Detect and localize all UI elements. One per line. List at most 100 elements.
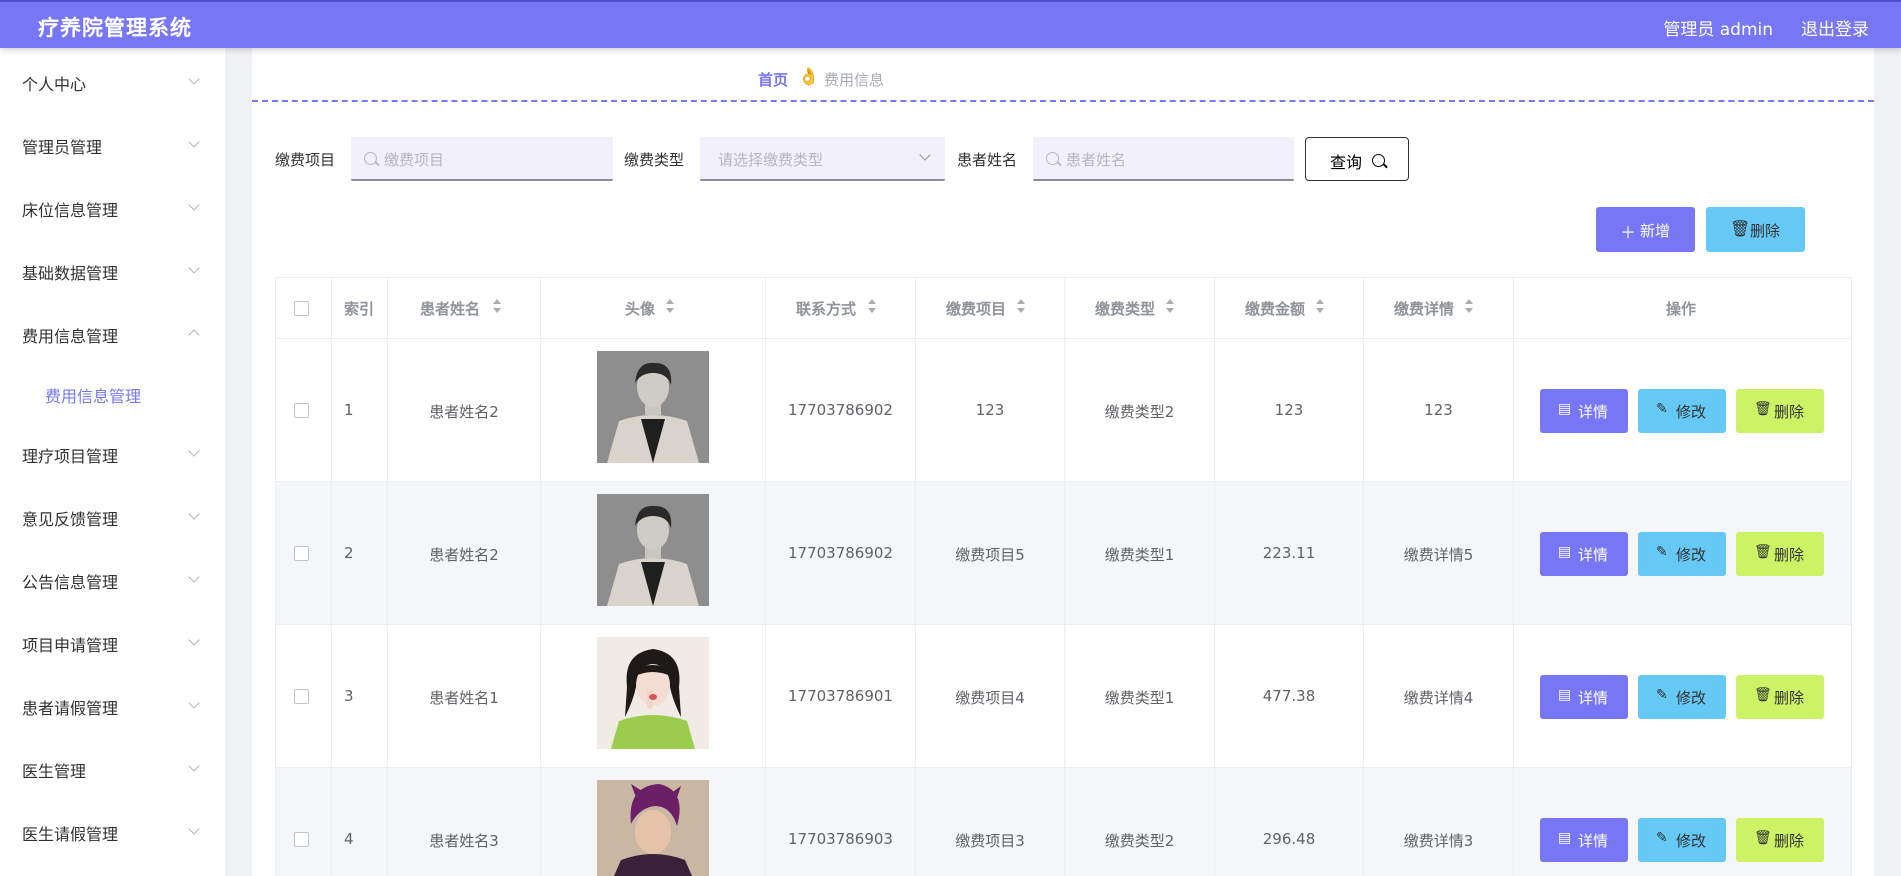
- plus-icon: ＋: [1620, 223, 1637, 242]
- sort-icon[interactable]: [1315, 298, 1325, 316]
- sidebar-item-basic-data[interactable]: 基础数据管理: [0, 250, 225, 290]
- sidebar-item-notices[interactable]: 公告信息管理: [0, 559, 225, 599]
- trash-icon: 🗑: [1730, 219, 1751, 238]
- sidebar-subitem-label: 费用信息管理: [45, 387, 142, 406]
- sidebar-item-label: 基础数据管理: [22, 264, 119, 283]
- sidebar-item-beds[interactable]: 床位信息管理: [0, 187, 225, 227]
- trash-icon: 🗑: [1754, 401, 1772, 417]
- search-icon: [1046, 152, 1059, 165]
- row-item: 缴费项目5: [955, 546, 1025, 564]
- detail-button[interactable]: ▤ 详情: [1540, 532, 1628, 576]
- header-name[interactable]: 患者姓名: [388, 278, 541, 339]
- sidebar-item-label: 费用信息管理: [22, 327, 119, 346]
- fee-type-select[interactable]: 请选择缴费类型: [700, 137, 945, 181]
- header-item[interactable]: 缴费项目: [916, 278, 1065, 339]
- sidebar-item-doctor-leave[interactable]: 医生请假管理: [0, 811, 225, 851]
- sidebar-item-label: 床位信息管理: [22, 201, 119, 220]
- edit-button[interactable]: ✎ 修改: [1638, 818, 1726, 862]
- chevron-up-icon: [188, 329, 200, 341]
- header-select-all: [276, 278, 332, 339]
- chevron-down-icon: [919, 149, 931, 161]
- row-checkbox[interactable]: [294, 832, 309, 847]
- delete-button[interactable]: 🗑 删除: [1736, 532, 1824, 576]
- detail-button[interactable]: ▤ 详情: [1540, 389, 1628, 433]
- sidebar-item-label: 患者请假管理: [22, 699, 119, 718]
- main-content: 首页 👌 费用信息 缴费项目 缴费项目 缴费类型 请选择缴费类型 患者姓名 患者…: [252, 48, 1874, 876]
- sidebar-item-label: 医生请假管理: [22, 825, 119, 844]
- add-button[interactable]: ＋ 新增: [1596, 207, 1695, 252]
- batch-delete-button[interactable]: 🗑 删除: [1706, 207, 1805, 252]
- row-name: 患者姓名1: [429, 689, 499, 707]
- document-icon: ▤: [1558, 687, 1572, 703]
- sidebar-item-admin[interactable]: 管理员管理: [0, 124, 225, 164]
- patient-name-label: 患者姓名: [957, 151, 1018, 169]
- sidebar-item-patient-leave[interactable]: 患者请假管理: [0, 685, 225, 725]
- row-detail: 缴费详情3: [1403, 832, 1474, 850]
- row-checkbox[interactable]: [294, 403, 309, 418]
- row-amount: 123: [1274, 401, 1304, 419]
- header-amount[interactable]: 缴费金额: [1215, 278, 1364, 339]
- row-amount: 477.38: [1262, 687, 1316, 705]
- row-detail: 缴费详情4: [1403, 689, 1474, 707]
- chevron-down-icon: [188, 634, 200, 646]
- detail-button[interactable]: ▤ 详情: [1540, 675, 1628, 719]
- chevron-down-icon: [188, 823, 200, 835]
- select-all-checkbox[interactable]: [294, 301, 309, 316]
- document-icon: ▤: [1558, 830, 1572, 846]
- fee-item-label: 缴费项目: [275, 151, 336, 169]
- edit-button[interactable]: ✎ 修改: [1638, 389, 1726, 433]
- sidebar-item-doctors[interactable]: 医生管理: [0, 748, 225, 788]
- chevron-down-icon: [188, 760, 200, 772]
- search-icon: [1372, 154, 1385, 167]
- sort-icon[interactable]: [1165, 298, 1175, 316]
- sort-icon[interactable]: [665, 298, 675, 316]
- sidebar-item-feedback[interactable]: 意见反馈管理: [0, 496, 225, 536]
- header-actions: 管理员 admin 退出登录: [1663, 15, 1869, 40]
- sidebar-item-therapy[interactable]: 理疗项目管理: [0, 433, 225, 473]
- header-avatar[interactable]: 头像: [541, 278, 766, 339]
- pencil-icon: ✎: [1656, 401, 1668, 417]
- fee-item-input[interactable]: 缴费项目: [351, 137, 613, 181]
- header-index: 索引: [332, 278, 388, 339]
- row-checkbox[interactable]: [294, 546, 309, 561]
- sort-icon[interactable]: [867, 298, 877, 316]
- row-amount: 223.11: [1262, 544, 1316, 562]
- fee-item-placeholder: 缴费项目: [384, 151, 445, 169]
- delete-button[interactable]: 🗑 删除: [1736, 675, 1824, 719]
- sidebar-item-applications[interactable]: 项目申请管理: [0, 622, 225, 662]
- detail-button[interactable]: ▤ 详情: [1540, 818, 1628, 862]
- logout-button[interactable]: 退出登录: [1801, 15, 1869, 40]
- row-phone: 17703786903: [788, 830, 893, 848]
- table-row: 1 患者姓名2 17703786902 123 缴费类型2 123 123 ▤ 详: [276, 339, 1851, 482]
- header-detail[interactable]: 缴费详情: [1364, 278, 1514, 339]
- delete-button[interactable]: 🗑 删除: [1736, 389, 1824, 433]
- add-button-label: 新增: [1640, 222, 1671, 240]
- delete-button[interactable]: 🗑 删除: [1736, 818, 1824, 862]
- row-name: 患者姓名2: [429, 403, 499, 421]
- row-checkbox[interactable]: [294, 689, 309, 704]
- chevron-down-icon: [188, 199, 200, 211]
- patient-name-input[interactable]: 患者姓名: [1033, 137, 1294, 181]
- sort-icon[interactable]: [1464, 298, 1474, 316]
- query-button[interactable]: 查询: [1305, 137, 1409, 181]
- sidebar-item-label: 公告信息管理: [22, 573, 119, 592]
- document-icon: ▤: [1558, 401, 1572, 417]
- sidebar-item-fees[interactable]: 费用信息管理: [0, 313, 225, 353]
- delete-button-label: 删除: [1750, 222, 1781, 240]
- row-name: 患者姓名3: [429, 832, 499, 850]
- chevron-down-icon: [188, 73, 200, 85]
- sidebar-item-profile[interactable]: 个人中心: [0, 61, 225, 101]
- hand-icon: 👌: [798, 67, 820, 87]
- edit-button[interactable]: ✎ 修改: [1638, 532, 1726, 576]
- sort-icon[interactable]: [1016, 298, 1026, 316]
- header-type[interactable]: 缴费类型: [1065, 278, 1215, 339]
- sidebar-item-label: 个人中心: [22, 75, 87, 94]
- chevron-down-icon: [188, 508, 200, 520]
- sort-icon[interactable]: [492, 298, 502, 316]
- header-phone[interactable]: 联系方式: [766, 278, 916, 339]
- pencil-icon: ✎: [1656, 687, 1668, 703]
- sidebar-subitem-fees[interactable]: 费用信息管理: [0, 373, 225, 413]
- edit-button[interactable]: ✎ 修改: [1638, 675, 1726, 719]
- avatar: [597, 494, 709, 606]
- breadcrumb-home[interactable]: 首页: [758, 69, 788, 90]
